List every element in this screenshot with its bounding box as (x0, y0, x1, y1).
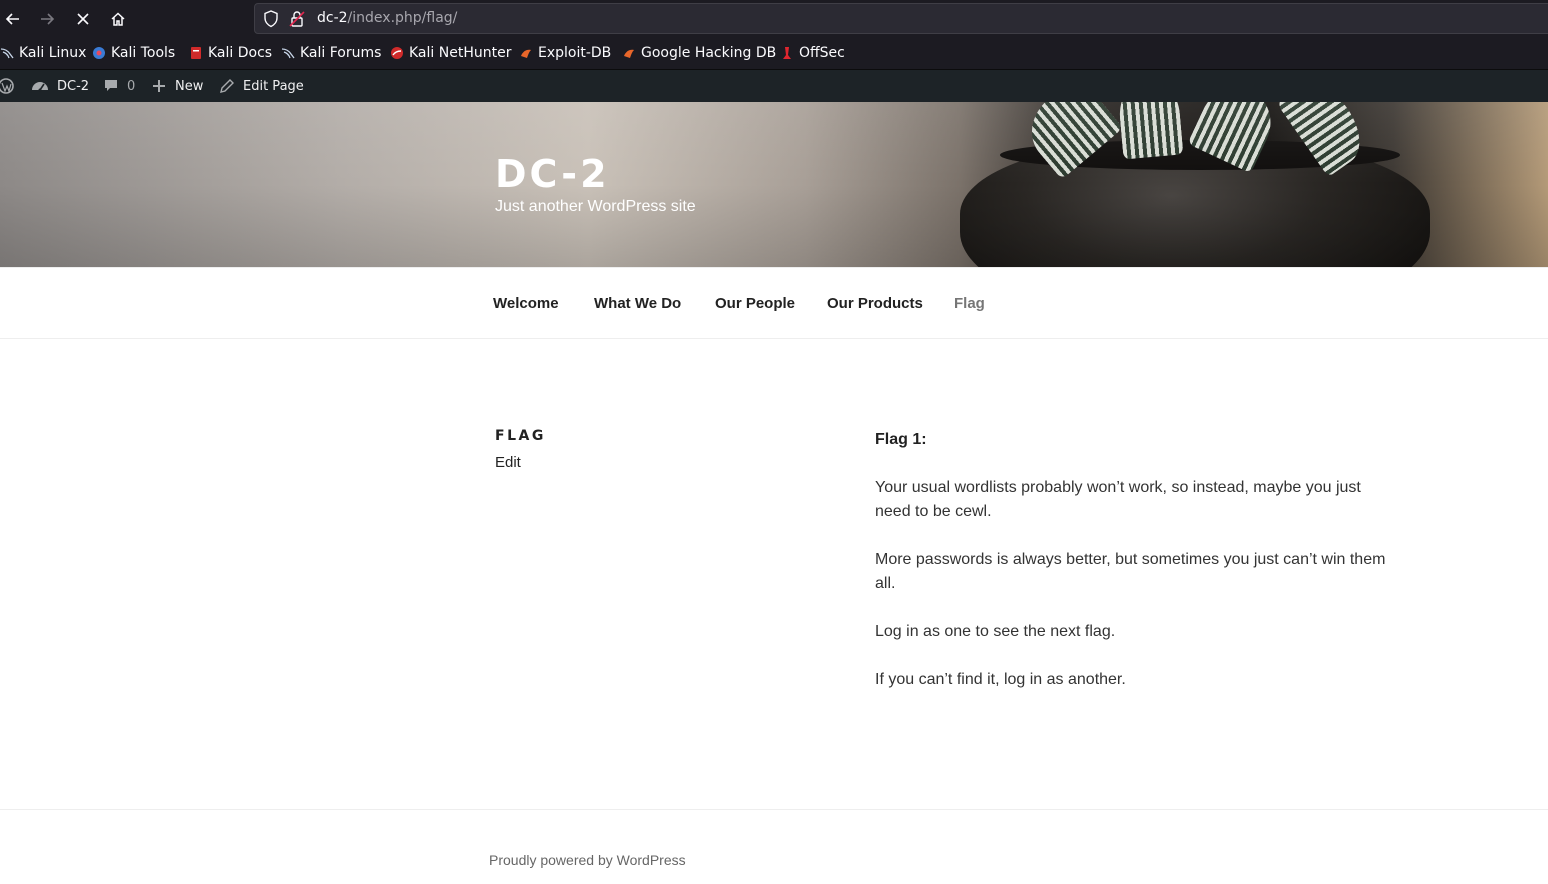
powered-by-link[interactable]: Proudly powered by WordPress (489, 852, 686, 868)
wp-logo-menu[interactable] (0, 70, 24, 102)
bookmark-label: Kali Forums (300, 45, 382, 61)
insecure-lock-icon (289, 11, 305, 27)
offsec-icon (780, 46, 794, 60)
back-arrow-icon (5, 13, 19, 25)
home-icon (111, 12, 125, 26)
bookmark-label: Google Hacking DB (641, 45, 777, 61)
kali-tools-icon (92, 46, 106, 60)
forward-button[interactable] (34, 6, 60, 32)
bookmark-google-hacking-db[interactable]: Google Hacking DB (622, 44, 776, 62)
site-title[interactable]: DC-2 (495, 152, 610, 196)
admin-bar-comments[interactable]: 0 (103, 70, 135, 102)
bookmark-label: Kali Linux (19, 45, 87, 61)
back-button[interactable] (0, 6, 26, 32)
wp-admin-bar: DC-2 0 New Edit Page (0, 70, 1548, 102)
admin-bar-new[interactable]: New (151, 70, 203, 102)
bookmark-label: Kali Tools (111, 45, 176, 61)
plus-icon (153, 80, 165, 92)
bookmark-label: Kali NetHunter (409, 45, 512, 61)
comments-count: 0 (127, 78, 136, 94)
admin-bar-edit-page[interactable]: Edit Page (219, 70, 304, 102)
url-text: dc-2/index.php/flag/ (317, 10, 457, 26)
forward-arrow-icon (41, 13, 55, 25)
dashboard-gauge-icon (32, 82, 48, 92)
content-paragraph: Your usual wordlists probably won’t work… (875, 479, 1361, 520)
bookmark-offsec[interactable]: OffSec (780, 44, 845, 62)
nav-item-our-products[interactable]: Our Products (827, 295, 923, 312)
edit-page-label: Edit Page (243, 78, 304, 94)
content-paragraph: If you can’t find it, log in as another. (875, 671, 1126, 688)
site-description: Just another WordPress site (495, 198, 696, 215)
site-header: DC-2 Just another WordPress site (0, 102, 1548, 267)
close-icon (77, 13, 89, 25)
ghdb-icon (622, 46, 636, 60)
nav-item-our-people[interactable]: Our People (715, 295, 795, 312)
header-overlay (0, 102, 1548, 267)
page-title: FLAG (495, 428, 546, 444)
site-name-label: DC-2 (57, 78, 90, 94)
address-bar[interactable]: dc-2/index.php/flag/ (254, 3, 1548, 34)
site-footer: Proudly powered by WordPress (0, 809, 1548, 884)
shield-icon (264, 10, 278, 28)
nav-item-what-we-do[interactable]: What We Do (594, 295, 681, 312)
kali-dragon-icon (0, 46, 14, 60)
main-navigation: Welcome What We Do Our People Our Produc… (0, 267, 1548, 339)
bookmark-label: Kali Docs (208, 45, 273, 61)
content-paragraph: More passwords is always better, but som… (875, 551, 1386, 592)
admin-bar-site-name[interactable]: DC-2 (31, 70, 89, 102)
comment-bubble-icon (105, 80, 117, 91)
bookmark-kali-linux[interactable]: Kali Linux (0, 44, 86, 62)
entry-content: Flag 1: Your usual wordlists probably wo… (875, 428, 1395, 716)
new-label: New (175, 78, 204, 94)
edit-link[interactable]: Edit (495, 454, 521, 471)
pencil-icon (220, 79, 234, 93)
url-host: dc-2 (317, 10, 348, 26)
bookmark-kali-nethunter[interactable]: Kali NetHunter (390, 44, 511, 62)
nav-item-welcome[interactable]: Welcome (493, 295, 559, 312)
nethunter-icon (390, 46, 404, 60)
url-path: /index.php/flag/ (347, 10, 458, 26)
kali-docs-icon (189, 46, 203, 60)
bookmark-label: Exploit-DB (538, 45, 612, 61)
bookmark-exploit-db[interactable]: Exploit-DB (519, 44, 611, 62)
kali-forums-icon (281, 46, 295, 60)
content-paragraph: Log in as one to see the next flag. (875, 623, 1116, 640)
stop-button[interactable] (70, 6, 96, 32)
nav-item-flag[interactable]: Flag (954, 295, 985, 312)
bookmark-kali-tools[interactable]: Kali Tools (92, 44, 175, 62)
wordpress-logo-icon (0, 78, 14, 94)
flag-heading: Flag 1: (875, 431, 927, 448)
home-button[interactable] (105, 6, 131, 32)
bookmark-label: OffSec (799, 45, 845, 61)
bookmarks-toolbar: Kali Linux Kali Tools Kali Docs Kali For… (0, 37, 1548, 70)
browser-toolbar: dc-2/index.php/flag/ (0, 0, 1548, 37)
bookmark-kali-forums[interactable]: Kali Forums (281, 44, 381, 62)
exploit-db-icon (519, 46, 533, 60)
bookmark-kali-docs[interactable]: Kali Docs (189, 44, 272, 62)
